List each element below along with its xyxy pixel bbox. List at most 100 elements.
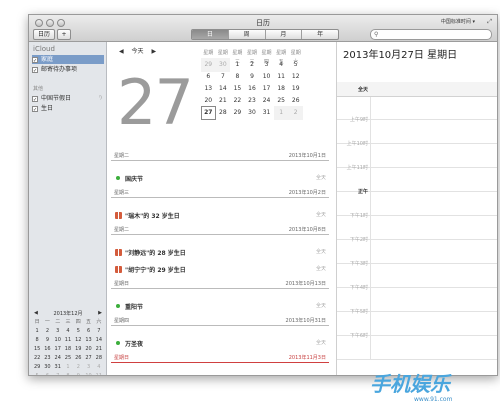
- mini-day[interactable]: 8: [63, 372, 73, 375]
- mini-prev-icon[interactable]: ◀: [34, 310, 38, 316]
- month-day[interactable]: 28: [216, 106, 231, 120]
- hour-label: 下午5时: [349, 309, 368, 315]
- prev-day-icon[interactable]: ◀: [119, 48, 124, 55]
- mini-day[interactable]: 31: [53, 363, 63, 372]
- hour-column-divider: [370, 168, 371, 191]
- gift-icon: [115, 212, 122, 219]
- all-day-row[interactable]: 全天: [337, 82, 497, 97]
- mini-day[interactable]: 2: [73, 363, 83, 372]
- agenda-event[interactable]: "刘静远"的 28 岁生日 全天: [111, 244, 329, 261]
- mini-day[interactable]: 26: [73, 354, 83, 363]
- month-day[interactable]: 30: [245, 106, 260, 120]
- window-title: 日历: [256, 19, 270, 27]
- mini-day[interactable]: 28: [94, 354, 104, 363]
- calendar-list-item[interactable]: ✓ 家庭: [32, 55, 104, 64]
- view-tab[interactable]: 年: [302, 30, 338, 39]
- agenda-event[interactable]: 万圣夜 全天: [111, 335, 329, 352]
- mini-day[interactable]: 20: [83, 345, 93, 354]
- timezone-menu[interactable]: 中国标准时间 ▾: [441, 18, 475, 25]
- today-button[interactable]: 今天: [132, 48, 144, 55]
- mini-day[interactable]: 4: [94, 363, 104, 372]
- month-day[interactable]: 27: [201, 106, 216, 120]
- hour-label: 上午11时: [346, 165, 368, 171]
- mini-day[interactable]: 10: [83, 372, 93, 375]
- mini-day[interactable]: 1: [63, 363, 73, 372]
- mini-day[interactable]: 10: [53, 336, 63, 345]
- mini-day[interactable]: 15: [32, 345, 42, 354]
- mini-day[interactable]: 23: [42, 354, 52, 363]
- mini-day[interactable]: 19: [73, 345, 83, 354]
- watermark-url: www.91.com: [414, 396, 453, 403]
- mini-day[interactable]: 13: [83, 336, 93, 345]
- hour-label: 下午4时: [349, 285, 368, 291]
- hour-label: 上午10时: [346, 141, 368, 147]
- mini-day[interactable]: 7: [53, 372, 63, 375]
- hour-column-divider: [370, 312, 371, 335]
- calendar-checkbox[interactable]: ✓: [32, 96, 38, 103]
- calendar-checkbox[interactable]: ✓: [32, 67, 38, 74]
- mini-day[interactable]: 14: [94, 336, 104, 345]
- mini-day[interactable]: 5: [73, 327, 83, 336]
- agenda-date: 2013年10月31日: [285, 318, 326, 324]
- mini-day[interactable]: 17: [53, 345, 63, 354]
- calendar-window: 日历 中国标准时间 ▾ ⤢ 日历 + 日周月年 ⚲ iCloud ✓ 家庭 ✓ 邮寄待…: [28, 14, 498, 376]
- calendar-checkbox[interactable]: ✓: [32, 57, 38, 64]
- calendar-list-item[interactable]: ✓ 邮寄待办事项: [32, 65, 104, 74]
- mini-day[interactable]: 21: [94, 345, 104, 354]
- month-day[interactable]: 2: [288, 106, 303, 120]
- calendar-list-item[interactable]: ✓ 中国节假日 ⁾): [32, 94, 104, 103]
- mini-day[interactable]: 11: [63, 336, 73, 345]
- add-event-button[interactable]: +: [57, 29, 71, 40]
- mini-day[interactable]: 2: [42, 327, 52, 336]
- mini-day[interactable]: 18: [63, 345, 73, 354]
- hour-column-divider: [370, 144, 371, 167]
- mini-day[interactable]: 30: [42, 363, 52, 372]
- agenda-event[interactable]: "瑞木"的 32 岁生日 全天: [111, 207, 329, 224]
- agenda-event[interactable]: 新建事件上午10时 至 上午11时: [111, 372, 329, 375]
- mini-day[interactable]: 4: [63, 327, 73, 336]
- mini-day[interactable]: 24: [53, 354, 63, 363]
- calendars-button[interactable]: 日历: [33, 29, 55, 40]
- calendar-checkbox[interactable]: ✓: [32, 106, 38, 113]
- mini-day[interactable]: 9: [42, 336, 52, 345]
- mini-day[interactable]: 6: [83, 327, 93, 336]
- mini-day[interactable]: 27: [83, 354, 93, 363]
- day-title: 2013年10月27日 星期日: [343, 50, 458, 61]
- search-input[interactable]: ⚲: [370, 29, 492, 40]
- fullscreen-icon[interactable]: ⤢: [487, 18, 492, 26]
- hour-slot[interactable]: 下午6时: [337, 333, 497, 360]
- agenda-weekday: 星期日: [114, 355, 130, 361]
- calendar-list-item[interactable]: ✓ 生日: [32, 104, 104, 113]
- mini-day[interactable]: 6: [42, 372, 52, 375]
- mini-day[interactable]: 12: [73, 336, 83, 345]
- mini-day[interactable]: 11: [94, 372, 104, 375]
- agenda-date: 2013年10月8日: [288, 227, 326, 233]
- mini-day[interactable]: 3: [83, 363, 93, 372]
- agenda-event[interactable]: 重阳节 全天: [111, 298, 329, 315]
- mini-day[interactable]: 8: [32, 336, 42, 345]
- mini-day[interactable]: 22: [32, 354, 42, 363]
- mini-day[interactable]: 25: [63, 354, 73, 363]
- view-tab[interactable]: 月: [266, 30, 303, 39]
- mini-day[interactable]: 5: [32, 372, 42, 375]
- sidebar: iCloud ✓ 家庭 ✓ 邮寄待办事项 其他 ✓ 中国节假日 ⁾) ✓ 生日 ◀ 2013年…: [29, 42, 107, 375]
- view-tab[interactable]: 日: [192, 30, 229, 39]
- agenda-divider: [111, 362, 329, 363]
- mini-day[interactable]: 16: [42, 345, 52, 354]
- agenda-event[interactable]: "胡宁宁"的 29 岁生日 全天: [111, 261, 329, 278]
- mini-day[interactable]: 7: [94, 327, 104, 336]
- month-day[interactable]: 1: [273, 106, 289, 120]
- mini-next-icon[interactable]: ▶: [98, 310, 102, 316]
- mini-day[interactable]: 29: [32, 363, 42, 372]
- view-tab[interactable]: 周: [229, 30, 266, 39]
- mini-day[interactable]: 3: [53, 327, 63, 336]
- month-week-row: 29 30 1 2 3 4 5: [201, 58, 303, 72]
- agenda-event[interactable]: 国庆节 全天: [111, 170, 329, 187]
- mini-day[interactable]: 9: [73, 372, 83, 375]
- month-day[interactable]: 31: [259, 106, 274, 120]
- month-day[interactable]: 29: [230, 106, 245, 120]
- mini-day[interactable]: 1: [32, 327, 42, 336]
- hour-column-divider: [370, 264, 371, 287]
- hour-grid[interactable]: 上午9时 上午10时 上午11时 正午 下午1时 下午2时 下午3时 下午4时 下午5时 下午6时: [337, 82, 497, 360]
- next-day-icon[interactable]: ▶: [151, 48, 156, 55]
